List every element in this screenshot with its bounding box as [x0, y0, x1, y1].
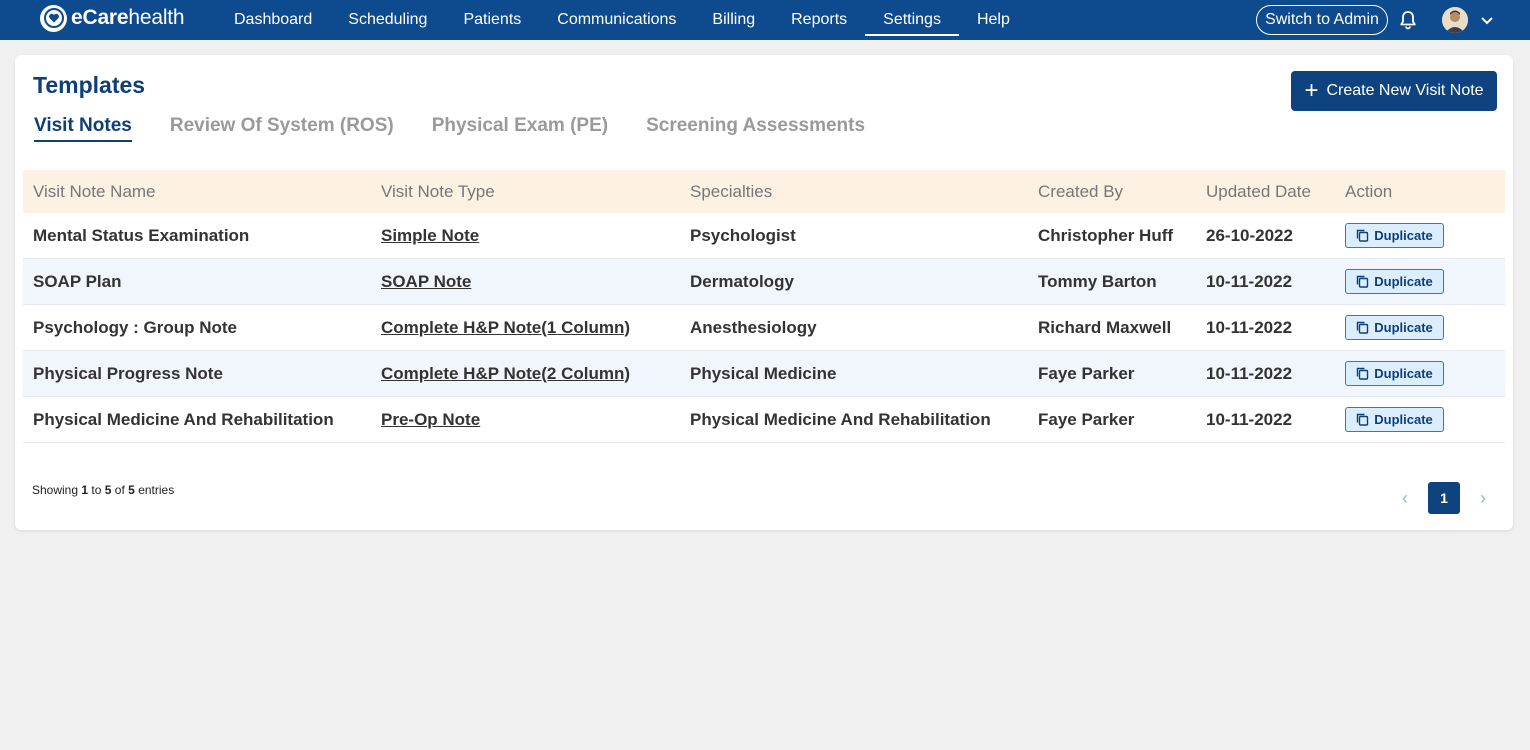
nav-settings[interactable]: Settings [865, 0, 959, 40]
duplicate-button[interactable]: Duplicate [1345, 407, 1444, 432]
create-button-label: Create New Visit Note [1326, 82, 1484, 99]
visit-note-type-link[interactable]: Simple Note [381, 226, 479, 246]
visit-note-name: Physical Medicine And Rehabilitation [33, 409, 334, 429]
switch-to-admin-button[interactable]: Switch to Admin [1256, 5, 1388, 35]
copy-icon [1357, 229, 1369, 242]
table-row: Physical Progress Note Complete H&P Note… [23, 351, 1505, 397]
updated-date: 26-10-2022 [1206, 225, 1293, 245]
copy-icon [1357, 367, 1369, 380]
header-specialties[interactable]: Specialties [690, 182, 772, 202]
copy-icon [1357, 413, 1369, 426]
specialty: Anesthesiology [690, 317, 817, 337]
duplicate-button[interactable]: Duplicate [1345, 223, 1444, 248]
updated-date: 10-11-2022 [1206, 317, 1293, 337]
pagination: ‹ 1 › [1393, 482, 1495, 514]
nav-communications[interactable]: Communications [539, 0, 694, 40]
specialty: Physical Medicine And Rehabilitation [690, 409, 991, 429]
visit-note-type-link[interactable]: Complete H&P Note(1 Column) [381, 318, 630, 338]
specialty: Dermatology [690, 271, 794, 291]
table-row: Physical Medicine And Rehabilitation Pre… [23, 397, 1505, 443]
visit-note-name: Physical Progress Note [33, 363, 223, 383]
updated-date: 10-11-2022 [1206, 363, 1293, 383]
duplicate-button[interactable]: Duplicate [1345, 315, 1444, 340]
entries-summary: Showing 1 to 5 of 5 entries [32, 483, 175, 497]
tab-review-of-system[interactable]: Review Of System (ROS) [170, 115, 394, 142]
tab-visit-notes[interactable]: Visit Notes [34, 115, 132, 142]
duplicate-label: Duplicate [1374, 228, 1433, 243]
table-row: Psychology : Group Note Complete H&P Not… [23, 305, 1505, 351]
created-by: Tommy Barton [1038, 271, 1157, 291]
updated-date: 10-11-2022 [1206, 409, 1293, 429]
visit-note-name: Psychology : Group Note [33, 317, 238, 337]
next-page-chevron-icon[interactable]: › [1471, 486, 1495, 510]
page-title: Templates [33, 72, 146, 98]
plus-icon: + [1304, 77, 1319, 104]
visit-note-type-link[interactable]: Complete H&P Note(2 Column) [381, 364, 630, 384]
visit-note-name: SOAP Plan [33, 271, 122, 291]
header-action: Action [1345, 181, 1393, 201]
brand-name: eCarehealth [71, 6, 185, 29]
heart-logo-icon [40, 4, 67, 32]
tab-physical-exam[interactable]: Physical Exam (PE) [432, 115, 608, 142]
visit-note-type-link[interactable]: Pre-Op Note [381, 410, 480, 430]
created-by: Faye Parker [1038, 409, 1135, 429]
created-by: Faye Parker [1038, 363, 1135, 383]
avatar[interactable] [1442, 7, 1468, 33]
header-visit-note-type[interactable]: Visit Note Type [381, 182, 495, 202]
copy-icon [1357, 275, 1369, 288]
bell-icon[interactable] [1397, 9, 1419, 31]
created-by: Richard Maxwell [1038, 317, 1172, 337]
chevron-down-icon[interactable] [1479, 12, 1495, 28]
tab-screening-assessments[interactable]: Screening Assessments [646, 115, 865, 142]
specialty: Physical Medicine [690, 363, 837, 383]
duplicate-label: Duplicate [1374, 412, 1433, 427]
top-navbar: eCarehealth Dashboard Scheduling Patient… [0, 0, 1530, 40]
duplicate-label: Duplicate [1374, 366, 1433, 381]
header-visit-note-name[interactable]: Visit Note Name [33, 182, 156, 202]
main-nav: Dashboard Scheduling Patients Communicat… [216, 0, 1028, 40]
copy-icon [1357, 321, 1369, 334]
nav-billing[interactable]: Billing [694, 0, 773, 40]
nav-patients[interactable]: Patients [445, 0, 539, 40]
header-created-by[interactable]: Created By [1038, 182, 1123, 202]
updated-date: 10-11-2022 [1206, 271, 1293, 291]
table-row: Mental Status Examination Simple Note Ps… [23, 213, 1505, 259]
table-row: SOAP Plan SOAP Note Dermatology Tommy Ba… [23, 259, 1505, 305]
duplicate-button[interactable]: Duplicate [1345, 269, 1444, 294]
prev-page-chevron-icon[interactable]: ‹ [1393, 486, 1417, 510]
visit-note-type-link[interactable]: SOAP Note [381, 272, 471, 292]
created-by: Christopher Huff [1038, 225, 1174, 245]
nav-dashboard[interactable]: Dashboard [216, 0, 330, 40]
create-new-visit-note-button[interactable]: + Create New Visit Note [1291, 71, 1497, 111]
duplicate-label: Duplicate [1374, 274, 1433, 289]
visit-note-name: Mental Status Examination [33, 225, 250, 245]
template-tabs: Visit Notes Review Of System (ROS) Physi… [34, 115, 903, 145]
duplicate-label: Duplicate [1374, 320, 1433, 335]
visit-notes-table: Visit Note Name Visit Note Type Specialt… [23, 170, 1505, 443]
nav-reports[interactable]: Reports [773, 0, 865, 40]
table-header: Visit Note Name Visit Note Type Specialt… [23, 170, 1505, 213]
specialty: Psychologist [690, 225, 796, 245]
header-updated-date[interactable]: Updated Date [1206, 182, 1311, 202]
nav-scheduling[interactable]: Scheduling [330, 0, 445, 40]
page-number-button[interactable]: 1 [1428, 482, 1460, 514]
duplicate-button[interactable]: Duplicate [1345, 361, 1444, 386]
brand-logo[interactable]: eCarehealth [40, 4, 185, 32]
templates-card: Templates + Create New Visit Note Visit … [15, 55, 1513, 530]
nav-help[interactable]: Help [959, 0, 1028, 40]
